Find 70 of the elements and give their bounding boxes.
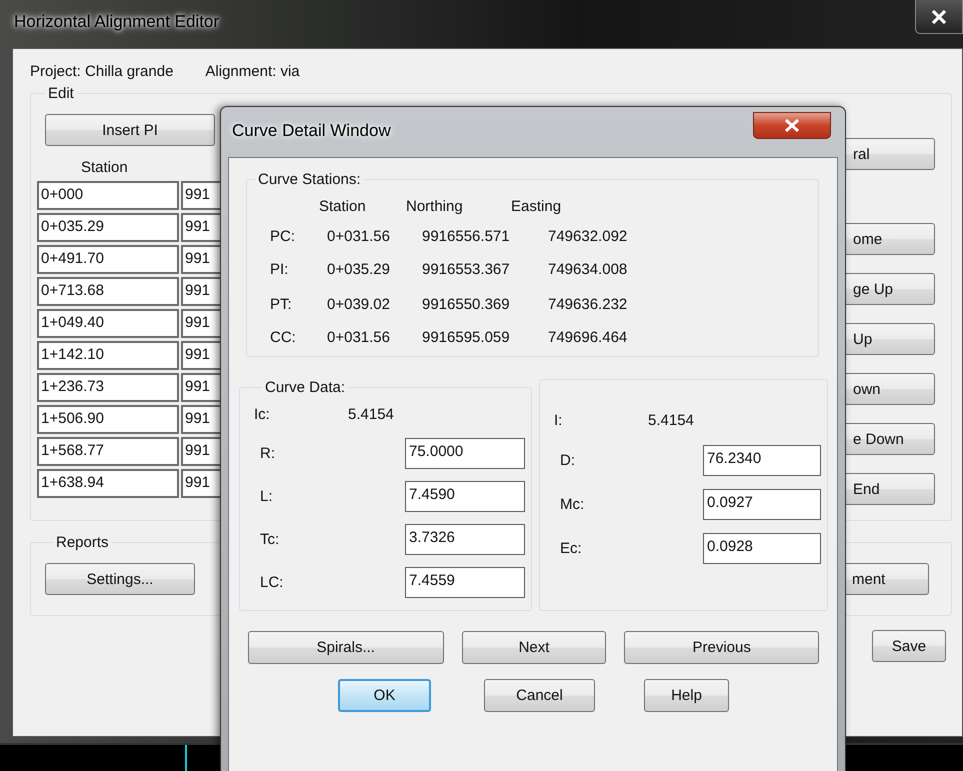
dialog-button[interactable]: Cancel xyxy=(484,679,595,712)
settings-button[interactable]: Settings... xyxy=(45,563,195,595)
northing-value: 9916553.367 xyxy=(422,261,511,280)
field-label: I: xyxy=(554,412,564,428)
point-label: PI: xyxy=(270,261,290,280)
group-title: Reports xyxy=(55,534,110,551)
field-label: LC: xyxy=(259,574,284,591)
action-button[interactable]: Spirals... xyxy=(248,631,444,664)
station-value: 0+035.29 xyxy=(327,261,391,280)
field-label: Mc: xyxy=(559,496,586,512)
station-cell[interactable]: 1+506.90 xyxy=(37,405,179,434)
field-label: R: xyxy=(259,445,276,462)
northing-value: 9916556.571 xyxy=(422,228,511,247)
action-button[interactable]: Next xyxy=(462,631,606,664)
input-field[interactable]: 75.0000 xyxy=(405,438,525,469)
easting-value: 749696.464 xyxy=(548,329,628,348)
station-cell[interactable]: 0+491.70 xyxy=(37,245,179,274)
station-cell[interactable]: 1+568.77 xyxy=(37,437,179,466)
station-cell[interactable]: 1+049.40 xyxy=(37,309,179,338)
station-cell[interactable]: 0+035.29 xyxy=(37,213,179,242)
easting-value: 749632.092 xyxy=(548,228,628,247)
station-value: 0+031.56 xyxy=(327,329,391,348)
field-label: Ic: xyxy=(254,406,271,422)
station-cell[interactable]: 1+236.73 xyxy=(37,373,179,402)
northing-value: 9916595.059 xyxy=(422,329,511,348)
close-icon xyxy=(784,119,800,132)
station-cell[interactable]: 1+142.10 xyxy=(37,341,179,370)
dialog-button[interactable]: OK xyxy=(338,679,431,712)
station-value: 0+039.02 xyxy=(327,296,391,315)
station-cell[interactable]: 1+638.94 xyxy=(37,469,179,498)
column-header: Station xyxy=(319,198,367,217)
save-button[interactable]: Save xyxy=(872,630,946,662)
input-field[interactable]: 7.4590 xyxy=(405,481,525,512)
alignment-label: Alignment: via xyxy=(205,63,300,82)
field-label: D: xyxy=(559,452,576,468)
easting-value: 749634.008 xyxy=(548,261,628,280)
input-field[interactable]: 3.7326 xyxy=(405,524,525,555)
field-label: L: xyxy=(259,488,274,505)
northing-value: 9916550.369 xyxy=(422,296,511,315)
readout-value: 5.4154 xyxy=(648,412,694,428)
group-title: Edit xyxy=(47,85,75,102)
window-title: Horizontal Alignment Editor xyxy=(14,12,220,32)
dialog-title: Curve Detail Window xyxy=(232,121,391,141)
action-button[interactable]: Previous xyxy=(624,631,819,664)
input-field[interactable]: 0.0927 xyxy=(703,488,821,520)
input-field[interactable]: 7.4559 xyxy=(405,567,525,598)
field-label: Tc: xyxy=(259,531,280,548)
close-button[interactable] xyxy=(915,0,963,34)
point-label: CC: xyxy=(270,329,297,348)
project-label: Project: Chilla grande xyxy=(30,63,174,82)
column-header: Northing xyxy=(406,198,464,217)
group-title: Curve Data: xyxy=(264,379,346,396)
point-label: PC: xyxy=(270,228,296,247)
readout-value: 5.4154 xyxy=(348,406,394,422)
vertical-line xyxy=(185,745,187,771)
insert-pi-button[interactable]: Insert PI xyxy=(45,114,215,146)
input-field[interactable]: 76.2340 xyxy=(703,444,821,476)
station-cell[interactable]: 0+000 xyxy=(37,181,179,210)
easting-value: 749636.232 xyxy=(548,296,628,315)
input-field[interactable]: 0.0928 xyxy=(703,532,821,564)
station-value: 0+031.56 xyxy=(327,228,391,247)
close-button[interactable] xyxy=(753,112,831,139)
dialog-button[interactable]: Help xyxy=(644,679,729,712)
column-header: Station xyxy=(81,159,129,178)
close-icon xyxy=(931,10,947,24)
group-title: Curve Stations: xyxy=(257,171,362,188)
point-label: PT: xyxy=(270,296,293,315)
column-header: Easting xyxy=(511,198,562,217)
station-cell[interactable]: 0+713.68 xyxy=(37,277,179,306)
field-label: Ec: xyxy=(559,540,583,556)
